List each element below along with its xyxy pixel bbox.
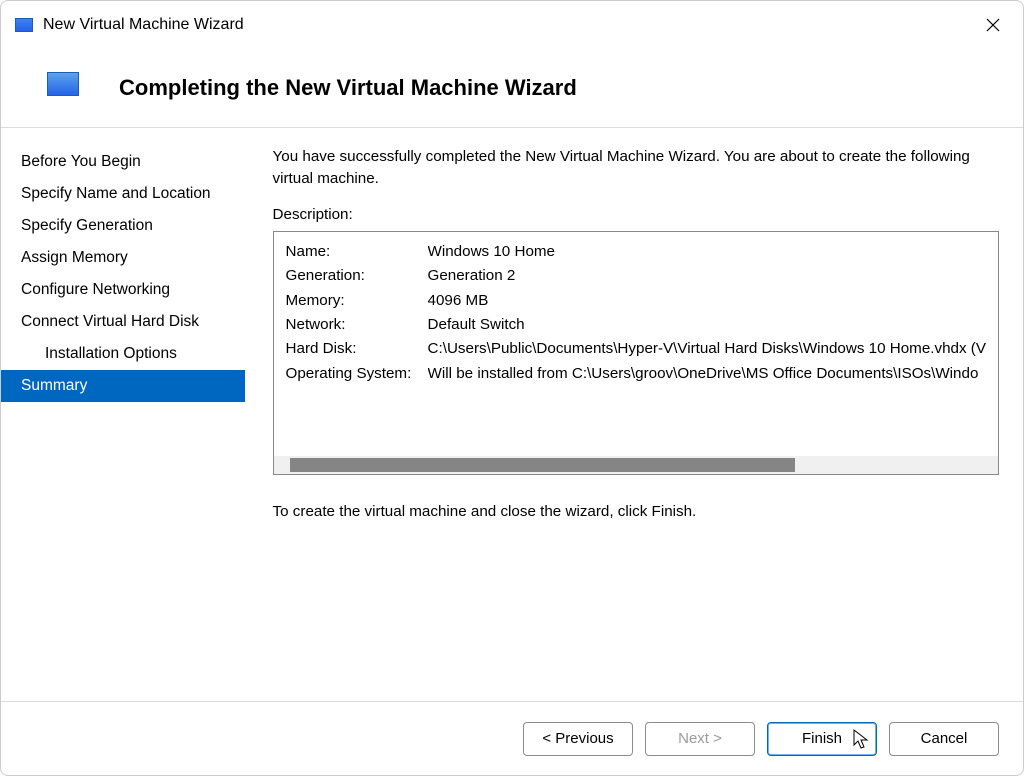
desc-row-os: Operating System: Will be installed from…	[286, 362, 986, 386]
sidebar-item-specify-generation[interactable]: Specify Generation	[1, 210, 245, 242]
desc-key: Hard Disk:	[286, 337, 428, 361]
description-box: Name: Windows 10 Home Generation: Genera…	[273, 231, 999, 475]
desc-key: Name:	[286, 240, 428, 264]
desc-row-name: Name: Windows 10 Home	[286, 240, 986, 264]
sidebar-item-specify-name-location[interactable]: Specify Name and Location	[1, 178, 245, 210]
sidebar-item-configure-networking[interactable]: Configure Networking	[1, 274, 245, 306]
desc-row-memory: Memory: 4096 MB	[286, 289, 986, 313]
cancel-button[interactable]: Cancel	[889, 722, 999, 756]
app-icon	[15, 18, 33, 32]
desc-val: C:\Users\Public\Documents\Hyper-V\Virtua…	[428, 337, 986, 361]
wizard-content: You have successfully completed the New …	[245, 128, 1023, 668]
desc-key: Operating System:	[286, 362, 428, 386]
desc-key: Generation:	[286, 264, 428, 288]
desc-val: Will be installed from C:\Users\groov\On…	[428, 362, 979, 386]
window-title: New Virtual Machine Wizard	[43, 16, 244, 34]
desc-val: Generation 2	[428, 264, 516, 288]
description-label: Description:	[273, 206, 999, 223]
wizard-header: Completing the New Virtual Machine Wizar…	[1, 45, 1023, 127]
close-icon	[985, 17, 1001, 33]
previous-button[interactable]: < Previous	[523, 722, 633, 756]
wizard-header-icon	[47, 72, 79, 96]
instruction-text: To create the virtual machine and close …	[273, 503, 999, 520]
titlebar: New Virtual Machine Wizard	[1, 1, 1023, 45]
desc-row-generation: Generation: Generation 2	[286, 264, 986, 288]
desc-val: Default Switch	[428, 313, 525, 337]
page-title: Completing the New Virtual Machine Wizar…	[119, 75, 577, 101]
desc-val: 4096 MB	[428, 289, 489, 313]
sidebar-item-summary[interactable]: Summary	[1, 370, 245, 402]
sidebar-item-connect-vhd[interactable]: Connect Virtual Hard Disk	[1, 306, 245, 338]
desc-row-network: Network: Default Switch	[286, 313, 986, 337]
finish-button[interactable]: Finish	[767, 722, 877, 756]
sidebar-item-installation-options[interactable]: Installation Options	[1, 338, 245, 370]
close-button[interactable]	[981, 13, 1005, 37]
desc-val: Windows 10 Home	[428, 240, 555, 264]
next-button: Next >	[645, 722, 755, 756]
wizard-footer: < Previous Next > Finish Cancel	[1, 701, 1023, 775]
intro-text: You have successfully completed the New …	[273, 146, 999, 190]
desc-key: Memory:	[286, 289, 428, 313]
desc-key: Network:	[286, 313, 428, 337]
desc-row-harddisk: Hard Disk: C:\Users\Public\Documents\Hyp…	[286, 337, 986, 361]
sidebar-item-assign-memory[interactable]: Assign Memory	[1, 242, 245, 274]
wizard-body: Before You Begin Specify Name and Locati…	[1, 128, 1023, 668]
scrollbar-thumb[interactable]	[290, 458, 796, 472]
sidebar-item-before-you-begin[interactable]: Before You Begin	[1, 146, 245, 178]
wizard-steps-sidebar: Before You Begin Specify Name and Locati…	[1, 128, 245, 668]
horizontal-scrollbar[interactable]	[274, 456, 998, 474]
description-content: Name: Windows 10 Home Generation: Genera…	[274, 232, 998, 456]
